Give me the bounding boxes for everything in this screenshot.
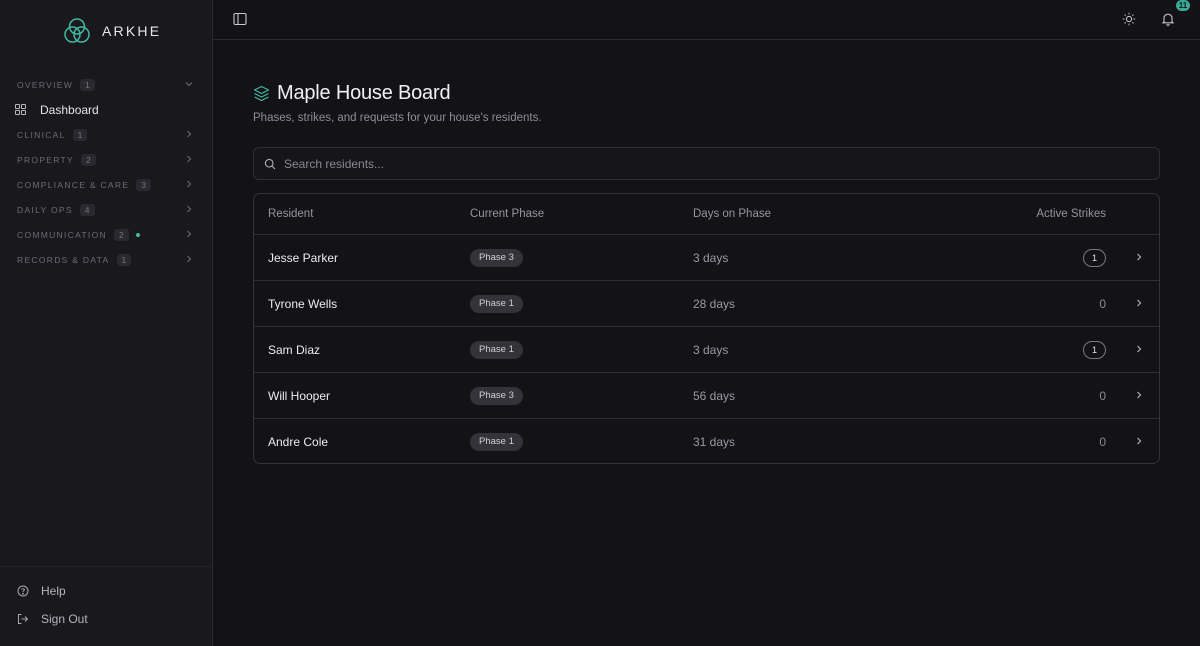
toggle-sidebar-button[interactable] [231, 10, 249, 28]
nav-section-compliance-care[interactable]: COMPLIANCE & CARE 3 [0, 172, 212, 197]
days-on-phase: 3 days [693, 251, 729, 265]
table-row[interactable]: Jesse Parker Phase 3 3 days 1 [254, 235, 1159, 281]
active-strikes-count: 0 [1099, 389, 1106, 403]
search-icon [264, 158, 276, 170]
table-row[interactable]: Tyrone Wells Phase 1 28 days 0 [254, 281, 1159, 327]
resident-name: Will Hooper [268, 389, 331, 403]
table-header: Resident Current Phase Days on Phase Act… [254, 194, 1159, 235]
chevron-right-icon[interactable] [1134, 252, 1144, 262]
sidebar-panel-icon [233, 12, 247, 26]
nav-section-count: 2 [81, 153, 96, 166]
phase-badge: Phase 3 [470, 387, 523, 405]
nav-section-label: DAILY OPS [17, 204, 73, 215]
nav-section-daily-ops[interactable]: DAILY OPS 4 [0, 197, 212, 222]
column-header-active-strikes[interactable]: Active Strikes [1036, 208, 1106, 220]
column-header-days-on-phase[interactable]: Days on Phase [693, 208, 771, 220]
brand[interactable]: ARKHE [62, 16, 161, 46]
column-header-current-phase[interactable]: Current Phase [470, 208, 544, 220]
sign-out-button[interactable]: Sign Out [17, 612, 88, 626]
nav-section-count: 1 [72, 128, 88, 141]
search-bar [253, 147, 1160, 180]
chevron-right-icon[interactable] [1134, 344, 1144, 354]
page-header: Maple House Board [253, 82, 451, 105]
brand-name: ARKHE [102, 23, 162, 39]
notifications-button[interactable] [1159, 10, 1177, 28]
days-on-phase: 56 days [693, 389, 736, 403]
nav-section-count: 4 [79, 203, 95, 216]
chevron-right-icon [184, 229, 194, 239]
phase-badge: Phase 1 [470, 295, 523, 313]
nav-section-records-data[interactable]: RECORDS & DATA 1 [0, 247, 212, 272]
page-title: Maple House Board [277, 82, 451, 104]
chevron-right-icon[interactable] [1134, 390, 1144, 400]
help-button[interactable]: Help [17, 584, 66, 598]
nav-section-overview[interactable]: OVERVIEW 1 [0, 72, 212, 97]
chevron-right-icon [184, 129, 194, 139]
nav-section-communication[interactable]: COMMUNICATION 2 [0, 222, 212, 247]
sidebar-nav: OVERVIEW 1 Dashboard CLINICAL 1 PROPERTY [0, 72, 212, 272]
nav-section-count: 1 [116, 253, 132, 266]
nav-section-clinical[interactable]: CLINICAL 1 [0, 122, 212, 147]
resident-name: Tyrone Wells [268, 297, 338, 311]
sidebar-footer: Help Sign Out [0, 566, 212, 646]
days-on-phase: 3 days [693, 343, 729, 357]
chevron-right-icon[interactable] [1134, 436, 1144, 446]
phase-badge: Phase 1 [470, 433, 523, 451]
nav-section-label: OVERVIEW [17, 79, 74, 90]
chevron-right-icon [184, 154, 194, 164]
table-row[interactable]: Andre Cole Phase 1 31 days 0 [254, 419, 1159, 463]
nav-section-count: 3 [136, 178, 152, 191]
active-strikes-count: 0 [1099, 297, 1106, 311]
nav-section-count: 1 [80, 78, 95, 91]
chevron-down-icon [184, 79, 194, 89]
bell-icon [1161, 13, 1175, 26]
nav-section-label: COMMUNICATION [17, 229, 107, 240]
sun-icon [1122, 12, 1136, 26]
nav-section-label: CLINICAL [17, 129, 66, 140]
sign-out-label: Sign Out [41, 612, 88, 626]
nav-section-label: RECORDS & DATA [17, 254, 110, 265]
arkhe-logo-icon [64, 18, 90, 43]
column-header-resident[interactable]: Resident [268, 208, 313, 220]
chevron-right-icon [184, 179, 194, 189]
help-label: Help [41, 584, 66, 598]
resident-name: Andre Cole [268, 435, 329, 449]
chevron-right-icon [184, 254, 194, 264]
theme-toggle-button[interactable] [1120, 10, 1138, 28]
topbar [213, 0, 1200, 40]
active-strikes-badge: 1 [1083, 249, 1106, 267]
notification-count-badge: 11 [1176, 0, 1190, 11]
grid-icon [15, 104, 26, 115]
nav-section-label: COMPLIANCE & CARE [17, 179, 130, 190]
active-strikes-count: 0 [1099, 435, 1106, 449]
table-row[interactable]: Sam Diaz Phase 1 3 days 1 [254, 327, 1159, 373]
chevron-right-icon [184, 204, 194, 214]
log-out-icon [18, 614, 29, 624]
nav-section-label: PROPERTY [17, 154, 75, 165]
days-on-phase: 28 days [693, 297, 736, 311]
sidebar-item-dashboard[interactable]: Dashboard [0, 97, 212, 122]
layers-icon [253, 85, 270, 102]
nav-section-count: 2 [113, 228, 129, 241]
page-subtitle: Phases, strikes, and requests for your h… [253, 112, 542, 124]
phase-badge: Phase 3 [470, 249, 523, 267]
sidebar: ARKHE OVERVIEW 1 Dashboard CLINICAL 1 PR… [0, 0, 213, 646]
resident-name: Sam Diaz [268, 343, 321, 357]
search-input[interactable] [284, 148, 1144, 179]
chevron-right-icon[interactable] [1134, 298, 1144, 308]
days-on-phase: 31 days [693, 435, 736, 449]
active-strikes-badge: 1 [1083, 341, 1106, 359]
sidebar-item-label: Dashboard [40, 102, 99, 117]
unread-dot-icon [135, 232, 140, 237]
nav-section-property[interactable]: PROPERTY 2 [0, 147, 212, 172]
resident-name: Jesse Parker [268, 251, 339, 265]
residents-table: Resident Current Phase Days on Phase Act… [253, 193, 1160, 464]
table-row[interactable]: Will Hooper Phase 3 56 days 0 [254, 373, 1159, 419]
phase-badge: Phase 1 [470, 341, 523, 359]
help-circle-icon [17, 585, 29, 597]
